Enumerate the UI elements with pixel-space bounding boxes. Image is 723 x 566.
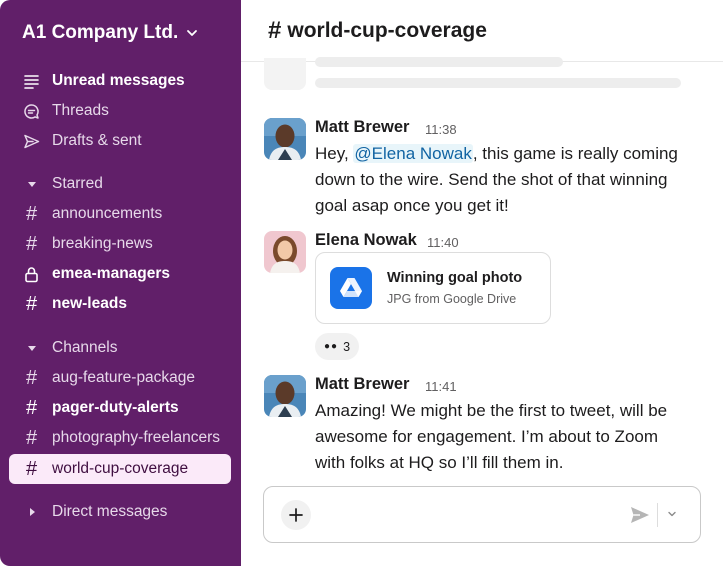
lock-icon	[23, 266, 40, 283]
message-text-line: goal asap once you get it!	[315, 196, 509, 215]
channel-pane: # world-cup-coverage Matt Brewer 11:38 H…	[241, 0, 723, 566]
hash-icon: #	[268, 16, 282, 44]
channel-label: emea-managers	[52, 265, 171, 282]
message-text-line: Hey, @Elena Nowak, this game is really c…	[315, 141, 678, 167]
caret-right-icon	[23, 507, 40, 517]
sidebar-channel-announcements[interactable]: # announcements	[9, 199, 231, 229]
channel-label: announcements	[52, 205, 163, 222]
channel-title: world-cup-coverage	[287, 18, 487, 42]
send-icon	[23, 133, 40, 150]
message-timestamp[interactable]: 11:41	[425, 379, 457, 394]
chevron-down-icon	[186, 27, 198, 39]
chevron-down-icon	[668, 511, 676, 517]
send-icon	[631, 507, 649, 523]
section-label: Direct messages	[52, 503, 168, 520]
section-label: Starred	[52, 175, 103, 192]
message-text-line: with folks at HQ so I’ll fill them in.	[315, 453, 564, 472]
message-text-prefix: Hey,	[315, 144, 354, 163]
message-author[interactable]: Matt Brewer	[315, 375, 409, 394]
sidebar-channel-aug-feature-package[interactable]: # aug-feature-package	[9, 363, 231, 393]
message-author[interactable]: Elena Nowak	[315, 231, 417, 250]
message-text-line: down to the wire. Send the shot of that …	[315, 170, 668, 189]
avatar[interactable]	[264, 375, 306, 417]
add-attachment-button[interactable]	[281, 500, 311, 530]
loading-line	[315, 57, 563, 67]
loading-placeholder	[264, 58, 306, 90]
hash-icon: #	[25, 203, 38, 225]
hash-icon: #	[25, 233, 38, 255]
sidebar-channel-photography-freelancers[interactable]: # photography-freelancers	[9, 423, 231, 453]
send-options-button[interactable]	[665, 507, 679, 521]
caret-down-icon	[23, 179, 40, 189]
reaction-count: 3	[343, 339, 351, 354]
sidebar-channel-world-cup-coverage[interactable]: # world-cup-coverage	[9, 454, 231, 484]
sidebar-channel-breaking-news[interactable]: # breaking-news	[9, 229, 231, 259]
sidebar-channel-new-leads[interactable]: # new-leads	[9, 289, 231, 319]
hash-icon: #	[25, 293, 38, 315]
sidebar-item-label: Threads	[52, 102, 109, 119]
message-text-after-mention: , this game is really coming	[472, 144, 678, 163]
slack-window: A1 Company Ltd. Unread messages Threads …	[0, 0, 723, 566]
avatar[interactable]	[264, 118, 306, 160]
unread-icon	[23, 73, 40, 90]
channel-label: photography-freelancers	[52, 429, 221, 446]
channel-label: world-cup-coverage	[52, 460, 189, 477]
sidebar: A1 Company Ltd. Unread messages Threads …	[0, 0, 241, 566]
sidebar-item-threads[interactable]: Threads	[9, 96, 231, 126]
channel-label: breaking-news	[52, 235, 153, 252]
send-button[interactable]	[629, 504, 651, 526]
hash-icon: #	[25, 427, 38, 449]
threads-icon	[23, 103, 40, 120]
channel-label: new-leads	[52, 295, 127, 312]
message-timestamp[interactable]: 11:40	[427, 235, 459, 250]
sidebar-item-unread[interactable]: Unread messages	[9, 66, 231, 96]
channel-header[interactable]: # world-cup-coverage	[241, 0, 723, 62]
section-starred[interactable]: Starred	[9, 169, 231, 199]
caret-down-icon	[23, 343, 40, 353]
sidebar-channel-emea-managers[interactable]: emea-managers	[9, 259, 231, 289]
workspace-name: A1 Company Ltd.	[22, 22, 179, 43]
attachment-subtitle: JPG from Google Drive	[387, 292, 517, 306]
google-drive-icon	[330, 267, 372, 309]
loading-line	[315, 78, 681, 88]
channel-label: aug-feature-package	[52, 369, 196, 386]
message-timestamp[interactable]: 11:38	[425, 122, 457, 137]
hash-icon: #	[25, 397, 38, 419]
plus-icon	[289, 508, 303, 522]
eyes-emoji-icon: ●●	[324, 341, 339, 352]
composer-divider	[657, 503, 658, 527]
hash-icon: #	[25, 367, 38, 389]
file-attachment[interactable]: Winning goal photo JPG from Google Drive	[315, 252, 551, 324]
section-label: Channels	[52, 339, 118, 356]
section-direct-messages[interactable]: Direct messages	[9, 497, 231, 527]
message-composer	[263, 486, 701, 543]
user-mention[interactable]: @Elena Nowak	[353, 144, 473, 163]
sidebar-item-label: Drafts & sent	[52, 132, 142, 149]
sidebar-item-drafts[interactable]: Drafts & sent	[9, 126, 231, 156]
section-channels[interactable]: Channels	[9, 333, 231, 363]
attachment-title: Winning goal photo	[387, 270, 523, 286]
sidebar-item-label: Unread messages	[52, 72, 185, 89]
workspace-switcher[interactable]: A1 Company Ltd.	[22, 20, 198, 46]
message-input[interactable]	[324, 501, 614, 529]
channel-label: pager-duty-alerts	[52, 399, 179, 416]
message-text-line: awesome for engagement. I’m about to Zoo…	[315, 427, 659, 446]
sidebar-channel-pager-duty-alerts[interactable]: # pager-duty-alerts	[9, 393, 231, 423]
avatar[interactable]	[264, 231, 306, 273]
emoji-reaction[interactable]: ●● 3	[315, 333, 360, 360]
message-text-line: Amazing! We might be the first to tweet,…	[315, 401, 668, 420]
hash-icon: #	[25, 458, 38, 480]
message-author[interactable]: Matt Brewer	[315, 118, 409, 137]
